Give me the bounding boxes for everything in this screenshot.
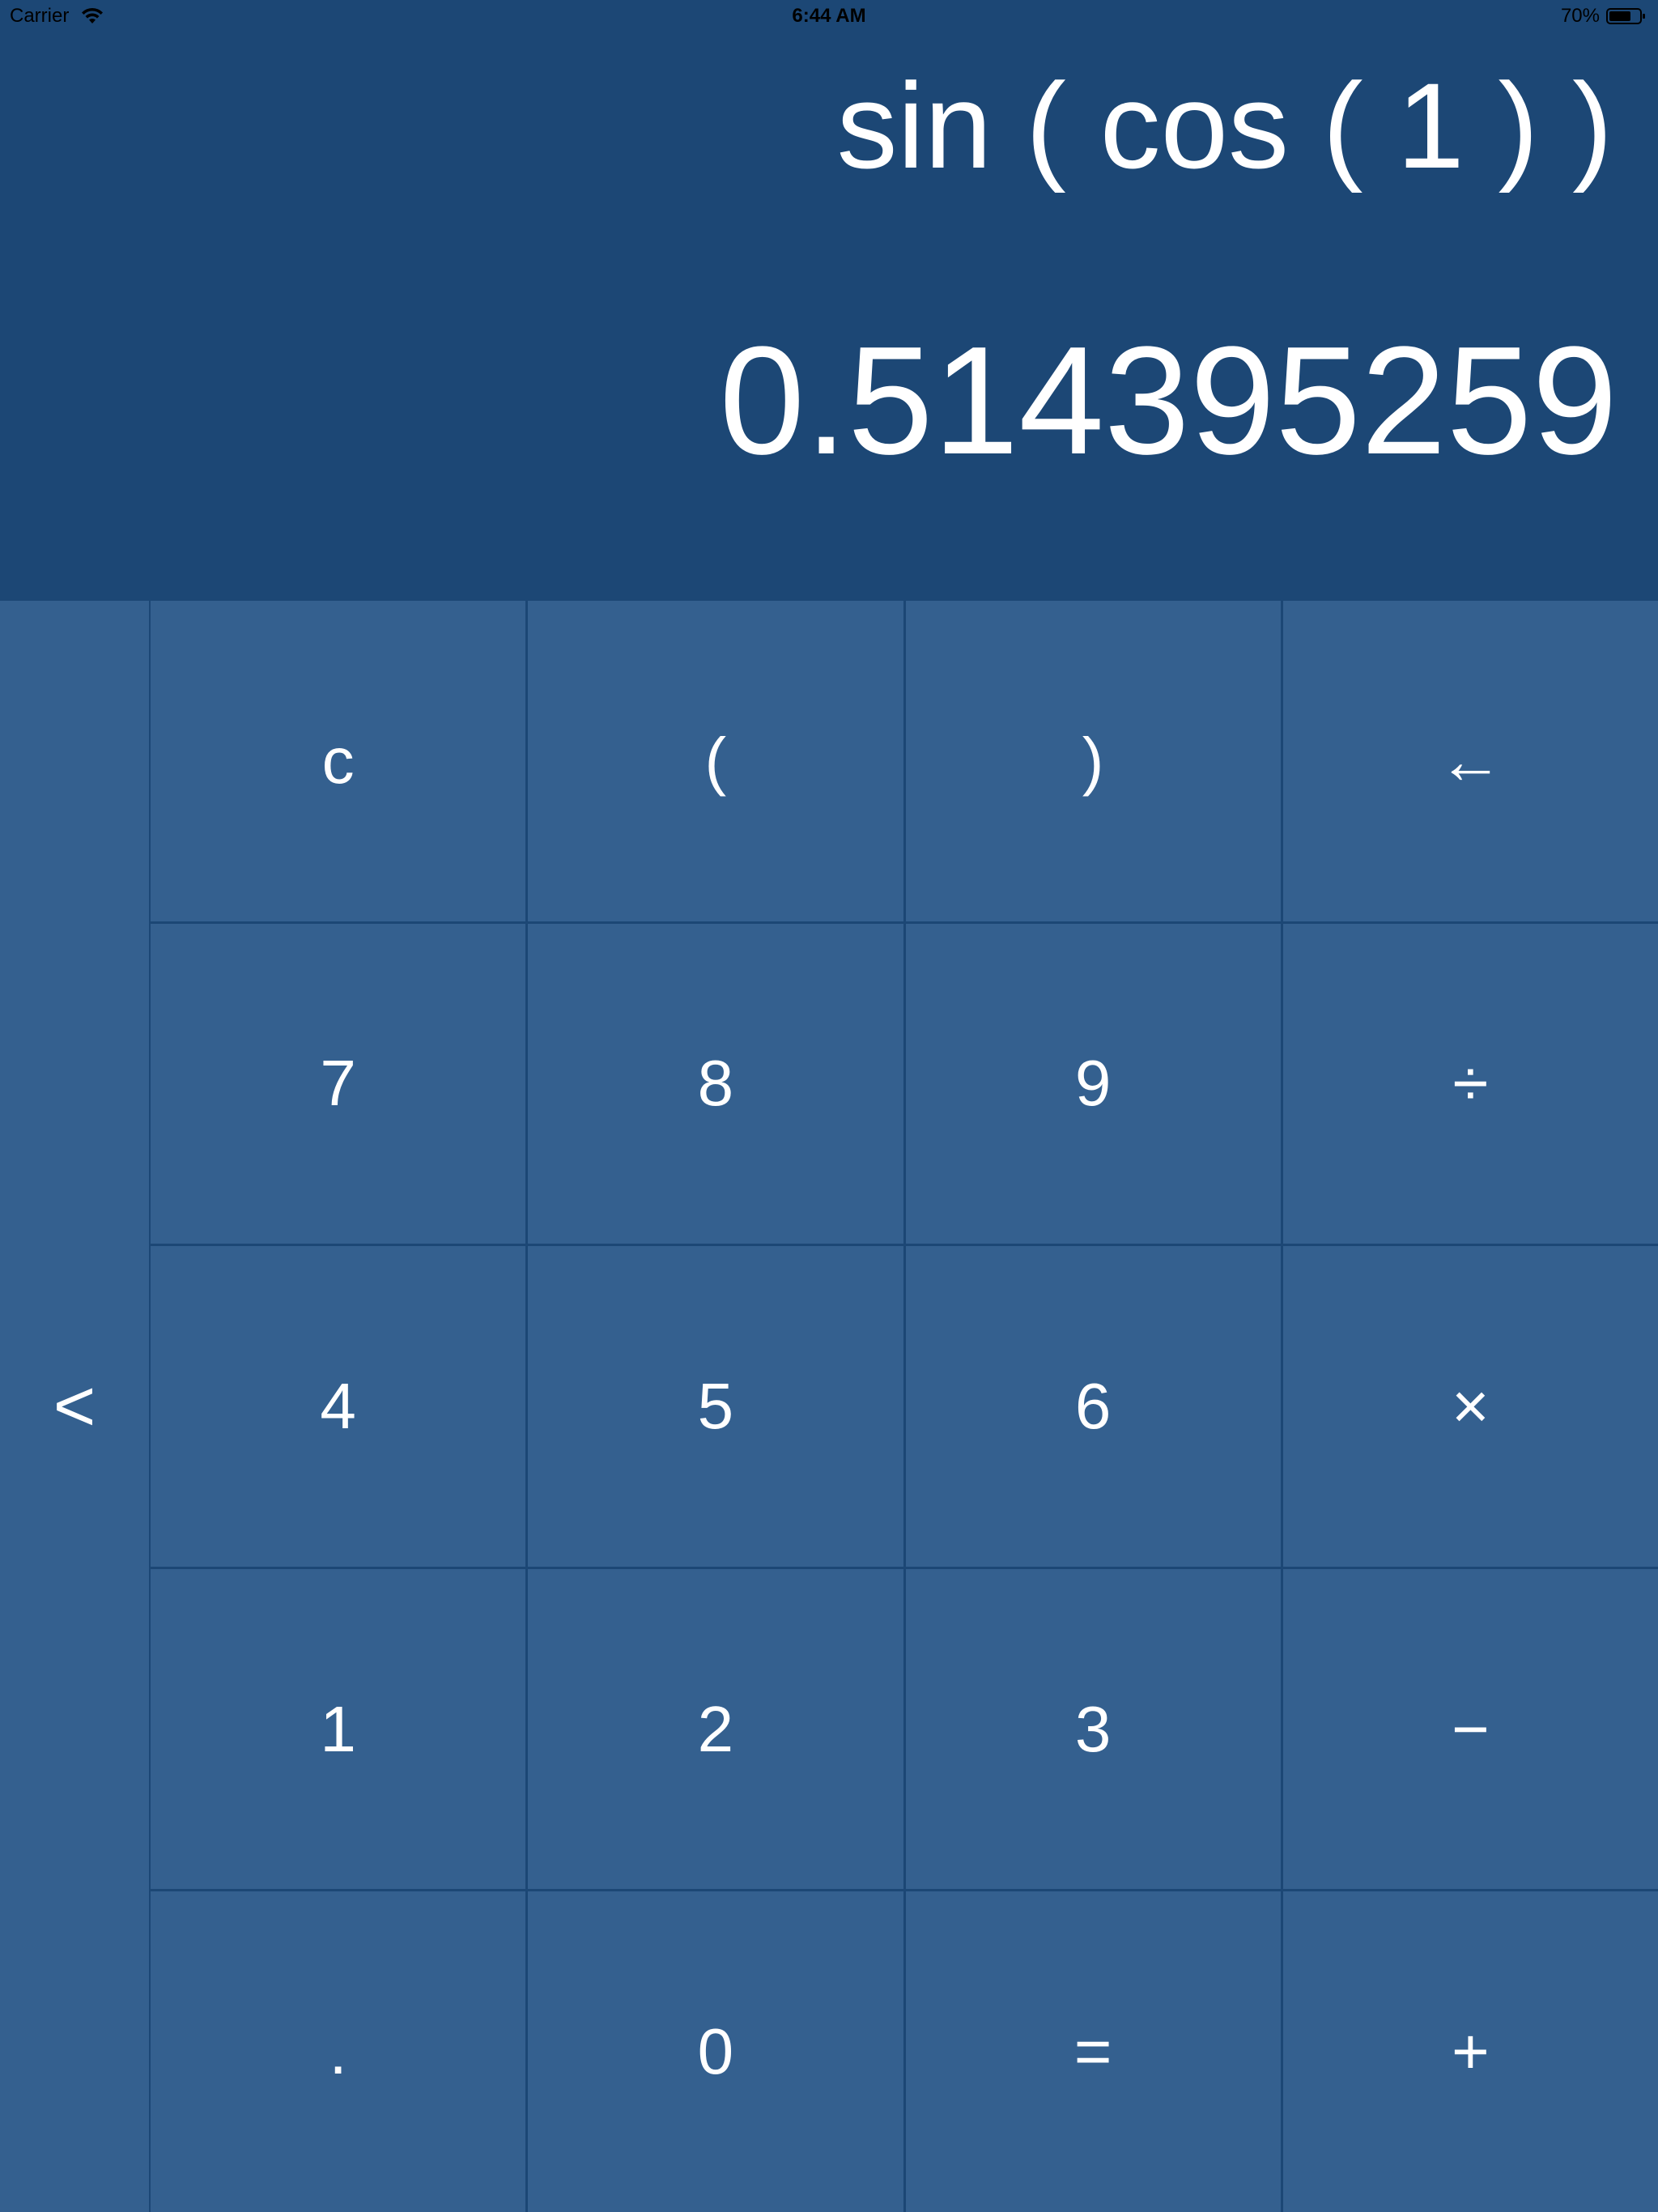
digit-5-button[interactable]: 5 bbox=[528, 1246, 903, 1567]
calculator-display: sin ( cos ( 1 ) ) 0.514395259 bbox=[0, 32, 1658, 601]
equals-button[interactable]: = bbox=[905, 1891, 1281, 2212]
digit-4-button[interactable]: 4 bbox=[151, 1246, 526, 1567]
keypad: < c() ← 7 8 9 ÷ 4 5 6 × 1 2 3−. 0 = + bbox=[0, 601, 1658, 2212]
status-time: 6:44 AM bbox=[792, 5, 866, 27]
result-text: 0.514395259 bbox=[719, 315, 1618, 487]
backspace-button[interactable]: ← bbox=[1282, 601, 1658, 921]
digit-3-button[interactable]: 3 bbox=[905, 1568, 1281, 1890]
digit-9-button[interactable]: 9 bbox=[905, 923, 1281, 1244]
open-paren-button[interactable]: ( bbox=[528, 601, 903, 921]
digit-7-button[interactable]: 7 bbox=[151, 923, 526, 1244]
clear-button[interactable]: c bbox=[151, 601, 526, 921]
subtract-button[interactable]: − bbox=[1282, 1568, 1658, 1890]
toggle-scientific-button[interactable]: < bbox=[0, 601, 149, 2212]
digit-1-button[interactable]: 1 bbox=[151, 1568, 526, 1890]
status-bar: Carrier 6:44 AM 70% bbox=[0, 0, 1658, 32]
add-button[interactable]: + bbox=[1282, 1891, 1658, 2212]
digit-6-button[interactable]: 6 bbox=[905, 1246, 1281, 1567]
expression-text: sin ( cos ( 1 ) ) bbox=[836, 57, 1613, 194]
close-paren-button[interactable]: ) bbox=[905, 601, 1281, 921]
decimal-button[interactable]: . bbox=[151, 1891, 526, 2212]
divide-button[interactable]: ÷ bbox=[1282, 923, 1658, 1244]
calculator-app: Carrier 6:44 AM 70% sin ( cos ( 1)) 0.… bbox=[0, 0, 1658, 2212]
battery-icon bbox=[1606, 7, 1647, 25]
digit-8-button[interactable]: 8 bbox=[528, 923, 903, 1244]
battery-percent: 70% bbox=[1560, 5, 1600, 27]
digit-2-button[interactable]: 2 bbox=[528, 1568, 903, 1890]
multiply-button[interactable]: × bbox=[1282, 1246, 1658, 1567]
digit-0-button[interactable]: 0 bbox=[528, 1891, 903, 2212]
key-grid: c() ← 7 8 9 ÷ 4 5 6 × 1 2 3−. 0 = + bbox=[151, 601, 1658, 2212]
status-right: 70% bbox=[1561, 5, 1647, 28]
